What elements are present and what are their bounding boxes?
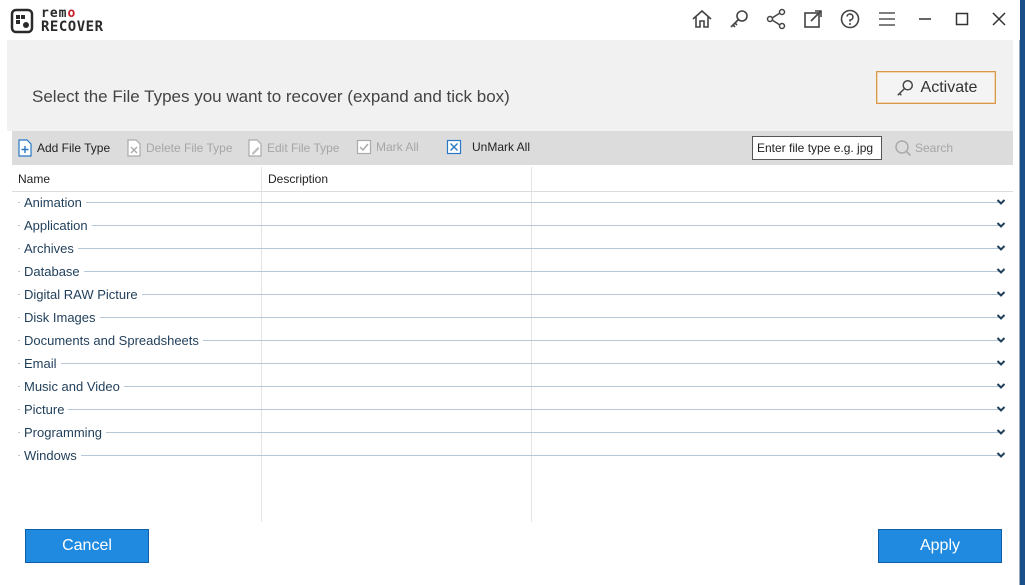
mark-all-label: Mark All — [376, 140, 419, 154]
unmark-all-label: UnMark All — [472, 140, 531, 154]
category-label[interactable]: Database — [20, 264, 84, 279]
remo-recover-logo: remo RECOVER — [10, 6, 145, 36]
chevron-down-icon[interactable] — [995, 402, 1007, 416]
activate-label: Activate — [920, 78, 978, 96]
chevron-down-icon[interactable] — [995, 448, 1007, 462]
add-file-icon — [18, 139, 32, 157]
key-icon — [896, 79, 913, 96]
category-row[interactable]: Disk Images — [12, 306, 1013, 329]
edit-file-type-button[interactable]: Edit File Type — [247, 139, 339, 157]
chevron-down-icon[interactable] — [995, 264, 1007, 278]
search-icon — [895, 140, 912, 157]
add-file-type-button[interactable]: Add File Type — [17, 139, 110, 157]
app-window: remo RECOVER Select the File Types you w… — [0, 0, 1020, 585]
row-divider-line — [18, 202, 999, 203]
checkbox-checked-icon — [356, 139, 372, 155]
share-icon[interactable] — [763, 6, 789, 32]
row-divider-line — [18, 271, 999, 272]
maximize-icon[interactable] — [949, 6, 975, 32]
delete-file-type-button[interactable]: Delete File Type — [126, 139, 233, 157]
window-controls — [912, 6, 1012, 32]
category-row[interactable]: Picture — [12, 398, 1013, 421]
chevron-down-icon[interactable] — [995, 333, 1007, 347]
column-header-name[interactable]: Name — [18, 172, 50, 186]
category-row[interactable]: Animation — [12, 191, 1013, 214]
row-divider-line — [18, 317, 999, 318]
close-icon[interactable] — [986, 6, 1012, 32]
chevron-down-icon[interactable] — [995, 218, 1007, 232]
help-icon[interactable] — [837, 6, 863, 32]
activate-button[interactable]: Activate — [876, 71, 996, 104]
file-type-search-input[interactable] — [752, 136, 882, 160]
row-divider-line — [18, 432, 999, 433]
category-row[interactable]: Application — [12, 214, 1013, 237]
chevron-down-icon[interactable] — [995, 356, 1007, 370]
logo-text-recover: RECOVER — [41, 19, 104, 35]
category-row[interactable]: Archives — [12, 237, 1013, 260]
row-divider-line — [18, 455, 999, 456]
mark-all-button[interactable]: Mark All — [356, 139, 419, 155]
chevron-down-icon[interactable] — [995, 379, 1007, 393]
title-bar: remo RECOVER — [0, 0, 1020, 40]
category-row[interactable]: Email — [12, 352, 1013, 375]
unmark-all-button[interactable]: UnMark All — [446, 139, 530, 155]
category-label[interactable]: Documents and Spreadsheets — [20, 333, 203, 348]
category-label[interactable]: Windows — [20, 448, 81, 463]
row-divider-line — [18, 248, 999, 249]
apply-button[interactable]: Apply — [878, 529, 1002, 563]
home-icon[interactable] — [689, 6, 715, 32]
chevron-down-icon[interactable] — [995, 287, 1007, 301]
file-type-list: Name Description Animation Application Arc… — [12, 167, 1013, 522]
search-label: Search — [915, 141, 954, 155]
checkbox-cross-icon — [446, 139, 462, 155]
row-divider-line — [18, 409, 999, 410]
category-label[interactable]: Digital RAW Picture — [20, 287, 142, 302]
edit-file-icon — [248, 139, 262, 157]
category-row[interactable]: Digital RAW Picture — [12, 283, 1013, 306]
category-label[interactable]: Music and Video — [20, 379, 124, 394]
header-area: Select the File Types you want to recove… — [7, 40, 1013, 131]
column-header-description[interactable]: Description — [268, 172, 328, 186]
category-label[interactable]: Email — [20, 356, 61, 371]
category-row[interactable]: Music and Video — [12, 375, 1013, 398]
category-row[interactable]: Windows — [12, 444, 1013, 467]
cancel-button[interactable]: Cancel — [25, 529, 149, 563]
top-toolbar-icons — [689, 6, 900, 32]
logo-icon — [10, 8, 34, 34]
category-label[interactable]: Archives — [20, 241, 78, 256]
row-divider-line — [18, 225, 999, 226]
external-link-icon[interactable] — [800, 6, 826, 32]
instruction-text: Select the File Types you want to recove… — [32, 87, 510, 106]
file-type-toolbar: Add File Type Delete File Type Edit File… — [12, 131, 1013, 165]
key-icon[interactable] — [726, 6, 752, 32]
category-row[interactable]: Programming — [12, 421, 1013, 444]
menu-icon[interactable] — [874, 6, 900, 32]
category-row[interactable]: Documents and Spreadsheets — [12, 329, 1013, 352]
category-label[interactable]: Application — [20, 218, 92, 233]
add-file-type-label: Add File Type — [37, 141, 111, 155]
search-button[interactable]: Search — [894, 139, 953, 157]
chevron-down-icon[interactable] — [995, 241, 1007, 255]
category-row[interactable]: Database — [12, 260, 1013, 283]
category-label[interactable]: Picture — [20, 402, 69, 417]
category-label[interactable]: Disk Images — [20, 310, 100, 325]
chevron-down-icon[interactable] — [995, 425, 1007, 439]
chevron-down-icon[interactable] — [995, 195, 1007, 209]
chevron-down-icon[interactable] — [995, 310, 1007, 324]
delete-file-type-label: Delete File Type — [146, 141, 233, 155]
row-divider-line — [18, 363, 999, 364]
row-divider-line — [18, 386, 999, 387]
category-label[interactable]: Animation — [20, 195, 86, 210]
minimize-icon[interactable] — [912, 6, 938, 32]
category-label[interactable]: Programming — [20, 425, 107, 440]
edit-file-type-label: Edit File Type — [267, 141, 340, 155]
delete-file-icon — [127, 139, 141, 157]
row-divider-line — [18, 294, 999, 295]
